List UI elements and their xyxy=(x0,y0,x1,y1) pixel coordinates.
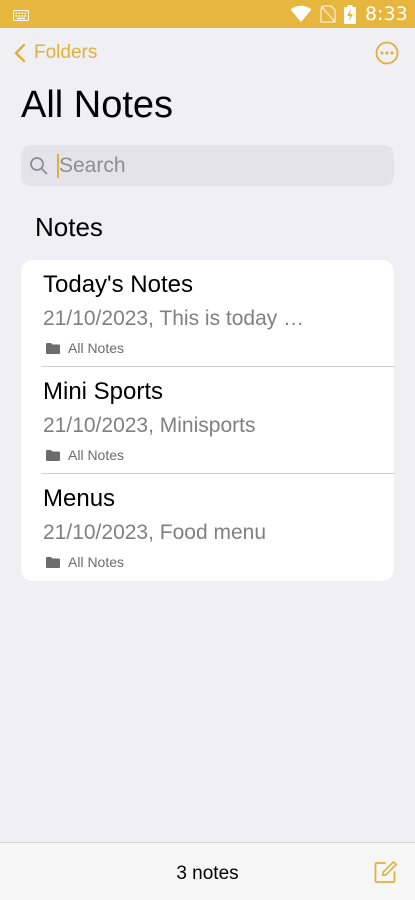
note-item[interactable]: Today's Notes 21/10/2023, This is today … xyxy=(21,260,394,367)
new-note-button[interactable] xyxy=(374,860,398,884)
chevron-left-icon xyxy=(14,43,26,63)
section-title: Notes xyxy=(35,212,103,242)
note-subtitle: 21/10/2023, Minisports xyxy=(43,414,256,437)
keyboard-icon xyxy=(13,8,29,26)
compose-icon xyxy=(374,861,397,883)
more-circle-icon xyxy=(375,41,399,65)
note-folder-label: All Notes xyxy=(68,340,125,356)
note-title: Menus xyxy=(43,485,116,512)
search-input[interactable] xyxy=(59,145,379,186)
notes-list: Today's Notes 21/10/2023, This is today … xyxy=(21,260,394,581)
bottom-toolbar: 3 notes xyxy=(0,842,415,900)
notes-count: 3 notes xyxy=(176,863,239,884)
note-subtitle: 21/10/2023, Food menu xyxy=(43,521,267,544)
status-bar: 8:33 xyxy=(0,0,415,28)
note-folder-label: All Notes xyxy=(68,554,125,570)
search-icon xyxy=(29,156,49,181)
note-folder-label: All Notes xyxy=(68,447,125,463)
note-subtitle: 21/10/2023, This is today … xyxy=(43,307,305,330)
page-title: All Notes xyxy=(21,84,174,126)
note-folder: All Notes xyxy=(46,554,124,570)
folder-icon xyxy=(46,556,60,568)
folder-icon xyxy=(46,342,60,354)
back-button-label: Folders xyxy=(34,42,98,63)
note-folder: All Notes xyxy=(46,447,124,463)
note-title: Mini Sports xyxy=(43,378,164,405)
note-folder: All Notes xyxy=(46,340,124,356)
folder-icon xyxy=(46,449,60,461)
note-item[interactable]: Menus 21/10/2023, Food menu All Notes xyxy=(21,474,394,581)
wifi-icon xyxy=(290,5,312,28)
status-time: 8:33 xyxy=(365,3,408,25)
note-item[interactable]: Mini Sports 21/10/2023, Minisports All N… xyxy=(21,367,394,474)
more-options-button[interactable] xyxy=(375,41,399,65)
no-sim-icon xyxy=(320,5,336,28)
note-title: Today's Notes xyxy=(43,271,193,298)
back-button[interactable]: Folders xyxy=(14,40,97,66)
battery-charging-icon xyxy=(344,5,356,29)
search-bar[interactable] xyxy=(21,145,394,186)
